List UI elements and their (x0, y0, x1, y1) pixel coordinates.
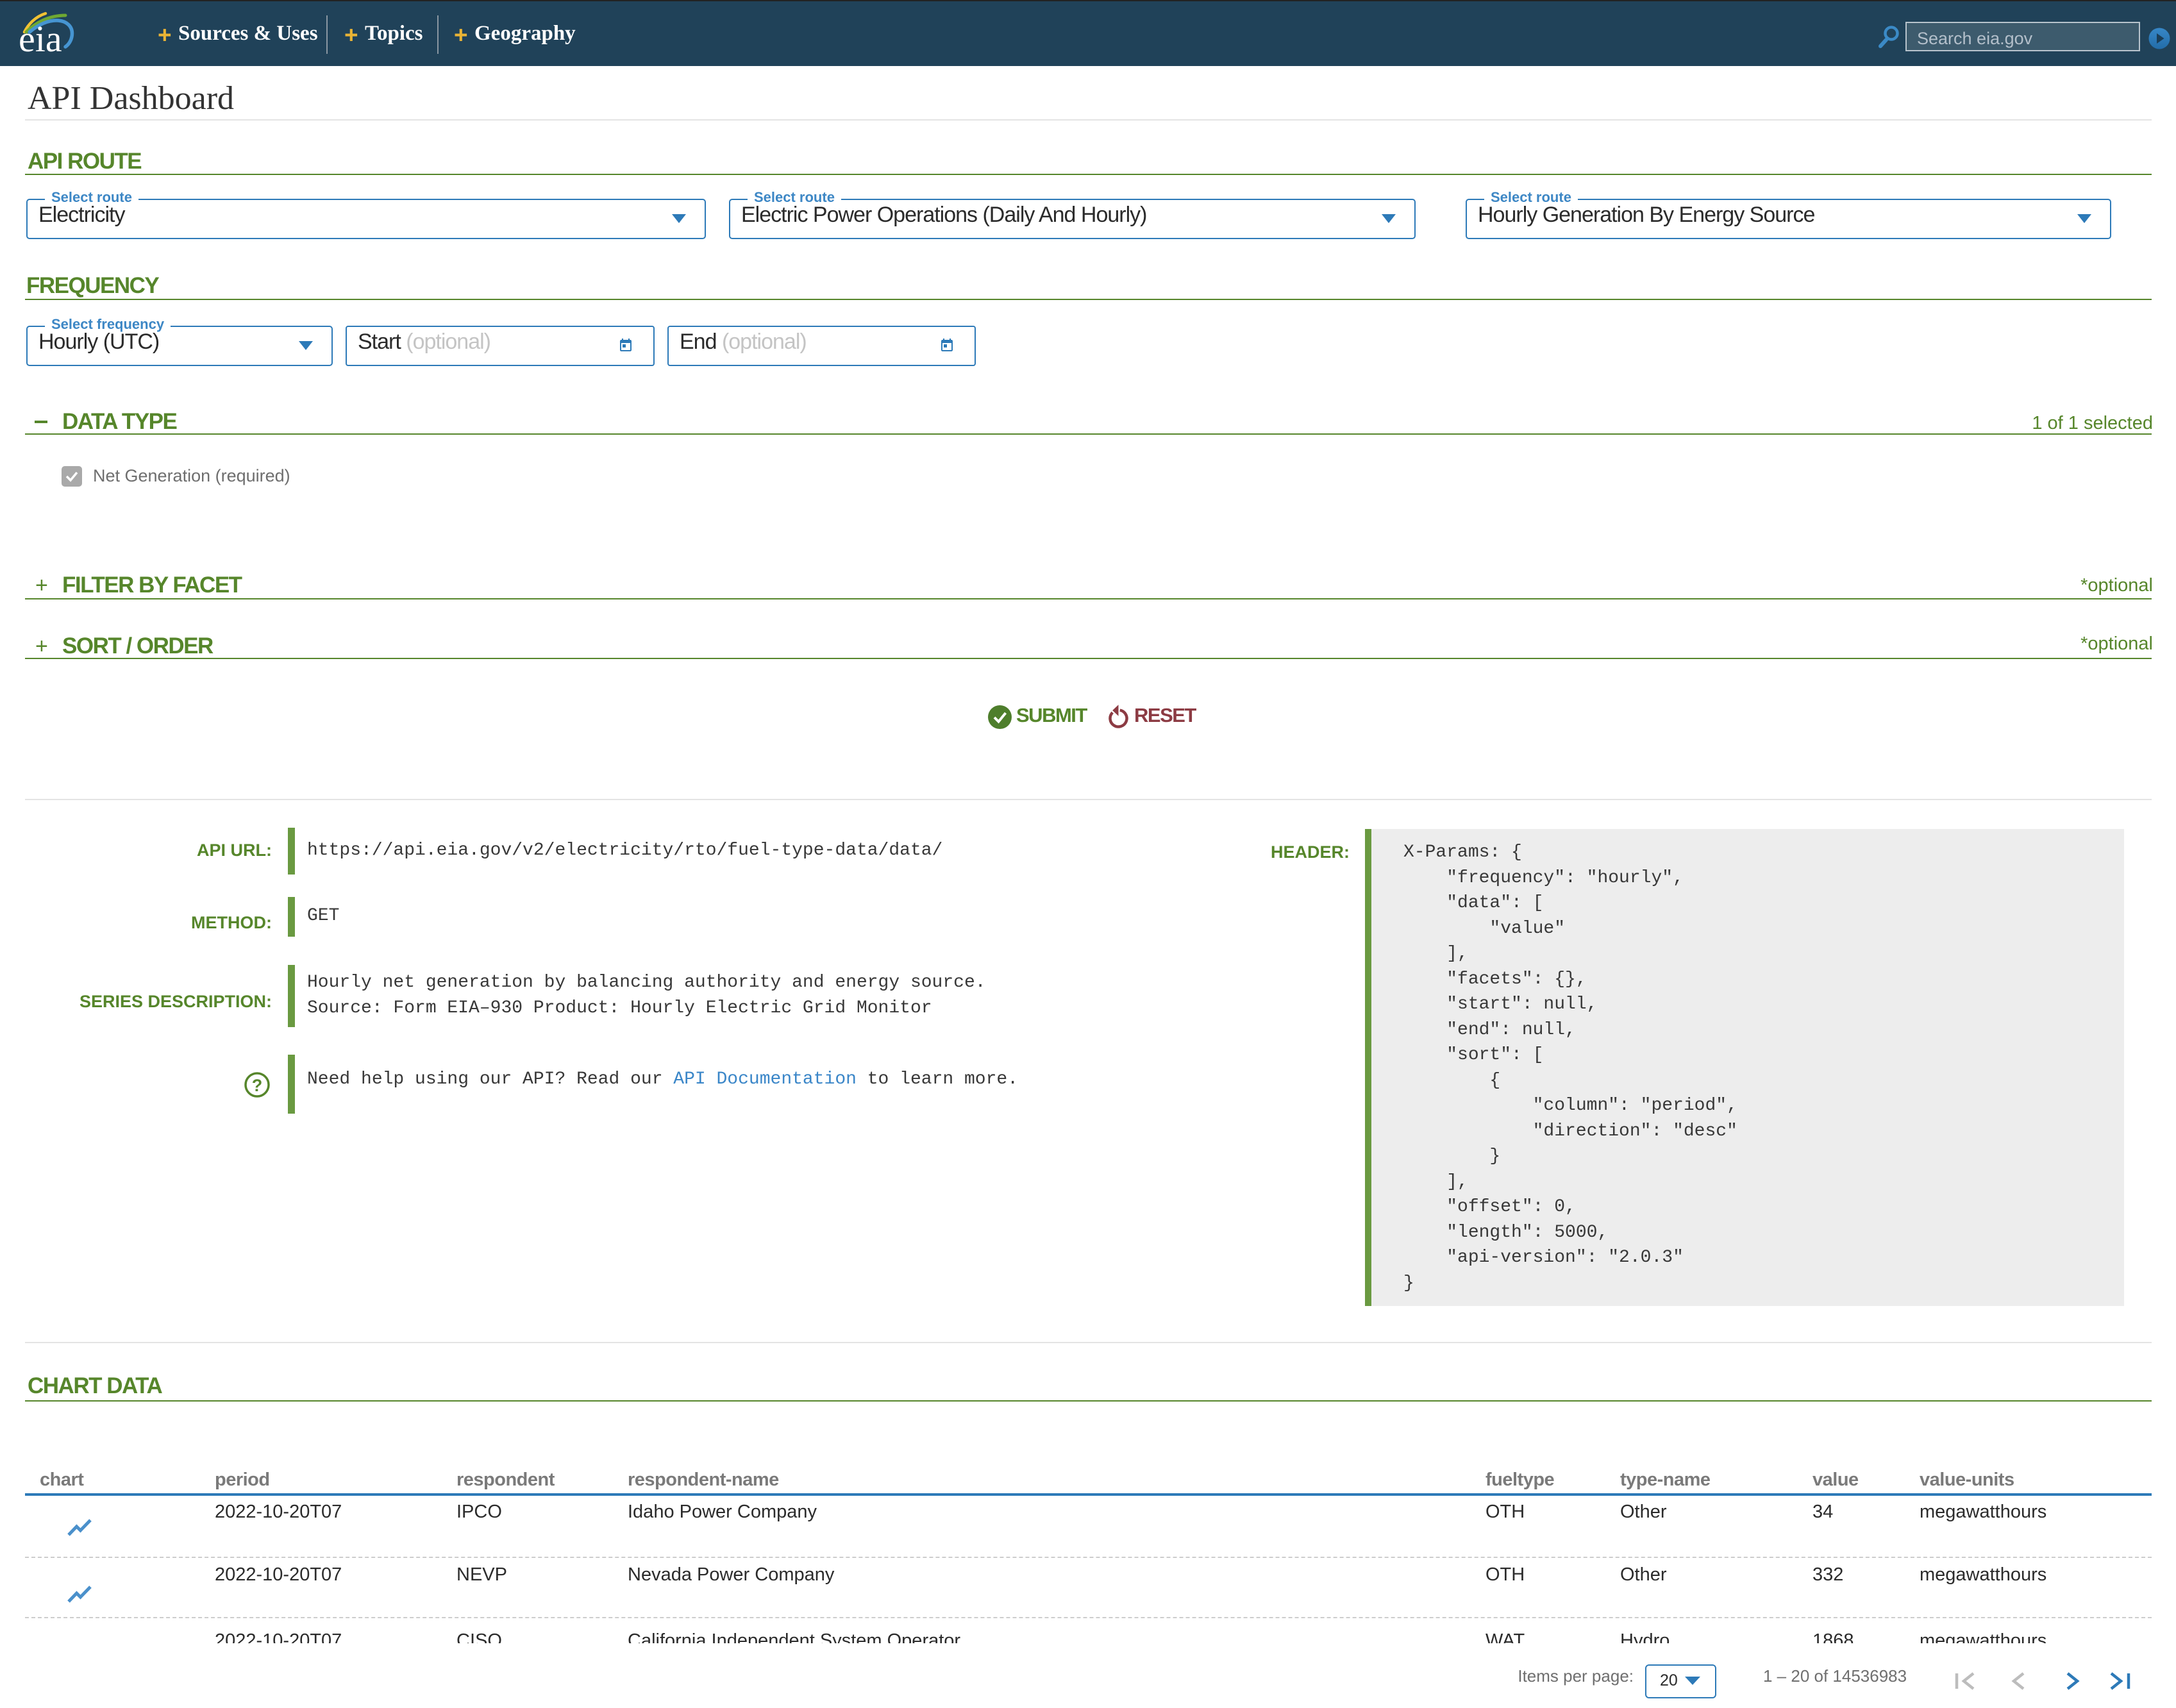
svg-text:?: ? (252, 1076, 263, 1095)
svg-text:eia: eia (19, 18, 62, 60)
